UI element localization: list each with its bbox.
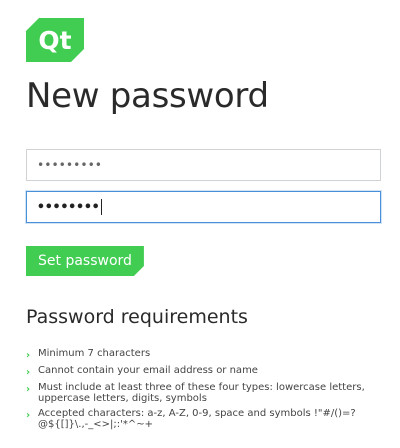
requirement-text: Accepted characters: a-z, A-Z, 0-9, spac… <box>38 408 356 430</box>
requirement-text: Cannot contain your email address or nam… <box>38 365 258 376</box>
chevron-right-icon: › <box>26 384 31 395</box>
set-password-label: Set password <box>38 253 132 269</box>
confirm-password-field[interactable]: •••••••• <box>26 191 381 223</box>
list-item: › Minimum 7 characters <box>26 348 386 361</box>
chevron-right-icon: › <box>26 410 31 421</box>
requirements-heading: Password requirements <box>26 306 248 328</box>
chevron-right-icon: › <box>26 367 31 378</box>
requirements-list: › Minimum 7 characters › Cannot contain … <box>26 348 386 434</box>
requirement-text: Minimum 7 characters <box>38 348 151 359</box>
list-item: › Accepted characters: a-z, A-Z, 0-9, sp… <box>26 408 386 430</box>
text-caret <box>100 199 102 215</box>
list-item: › Cannot contain your email address or n… <box>26 365 386 378</box>
logo-text: Qt <box>38 25 72 55</box>
set-password-button[interactable]: Set password <box>26 246 144 276</box>
page-title: New password <box>26 76 269 116</box>
password-value: ••••••••• <box>37 158 103 172</box>
requirement-text: Must include at least three of these fou… <box>38 382 365 404</box>
confirm-password-value: •••••••• <box>37 199 100 215</box>
list-item: › Must include at least three of these f… <box>26 382 386 404</box>
chevron-right-icon: › <box>26 350 31 361</box>
qt-logo: Qt <box>26 18 84 62</box>
password-field[interactable]: ••••••••• <box>26 149 381 181</box>
